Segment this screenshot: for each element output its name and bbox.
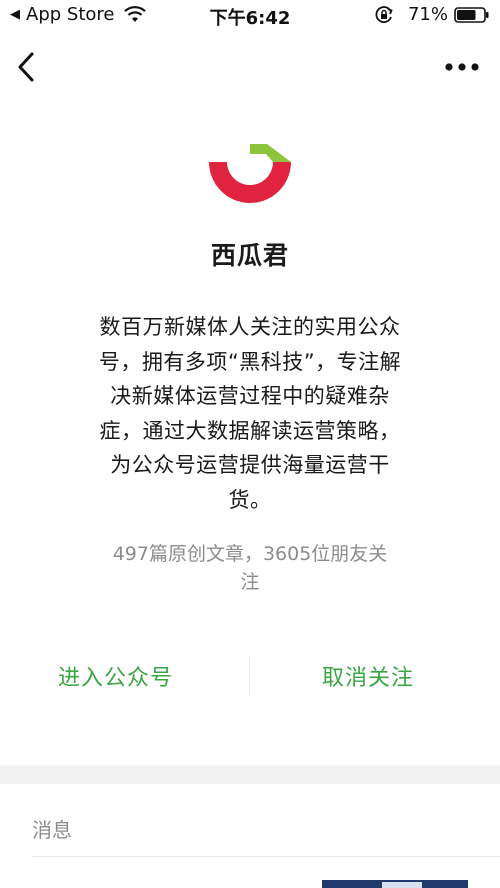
battery-percent: 71% — [407, 4, 448, 25]
description-line: 决新媒体运营过程中的疑难杂 — [110, 384, 390, 408]
account-actions: 进入公众号 取消关注 — [0, 650, 500, 702]
status-bar: ◀ App Store 下午6:42 71% — [0, 0, 500, 34]
description-line: 数百万新媒体人关注的实用公众 — [99, 315, 401, 339]
rotation-lock-icon — [375, 5, 393, 23]
account-stats: 497篇原创文章，3605位朋友关 注 — [70, 540, 430, 596]
message-thumbnail[interactable] — [322, 880, 468, 888]
messages-divider — [32, 856, 500, 857]
description-line: 货。 — [228, 487, 272, 512]
description-line: 为公众号运营提供海量运营干 — [110, 453, 390, 477]
chevron-left-icon[interactable] — [12, 50, 42, 84]
message-thumbnail-detail — [382, 882, 422, 888]
battery-icon — [454, 6, 489, 23]
account-description: 数百万新媒体人关注的实用公众 号，拥有多项“黑科技”，专注解 决新媒体运营过程中… — [70, 310, 430, 517]
enter-account-button[interactable]: 进入公众号 — [58, 660, 173, 692]
account-logo — [209, 144, 291, 203]
description-line: 症，通过大数据解读运营策略， — [99, 418, 401, 443]
action-divider — [249, 656, 250, 696]
status-right: 71% — [374, 4, 490, 25]
nav-bar — [0, 34, 500, 100]
stats-line: 497篇原创文章，3605位朋友关 — [112, 543, 388, 565]
stats-line: 注 — [240, 571, 260, 593]
messages-section-title: 消息 — [32, 818, 72, 842]
account-name: 西瓜君 — [210, 241, 289, 270]
section-separator — [0, 766, 500, 784]
more-dots-icon[interactable] — [442, 52, 482, 82]
description-line: 号，拥有多项“黑科技”，专注解 — [98, 349, 402, 374]
unfollow-button[interactable]: 取消关注 — [322, 660, 414, 692]
account-profile-page: ◀ App Store 下午6:42 71% 西瓜君 数百万新媒体人关注的实用公… — [0, 0, 500, 888]
